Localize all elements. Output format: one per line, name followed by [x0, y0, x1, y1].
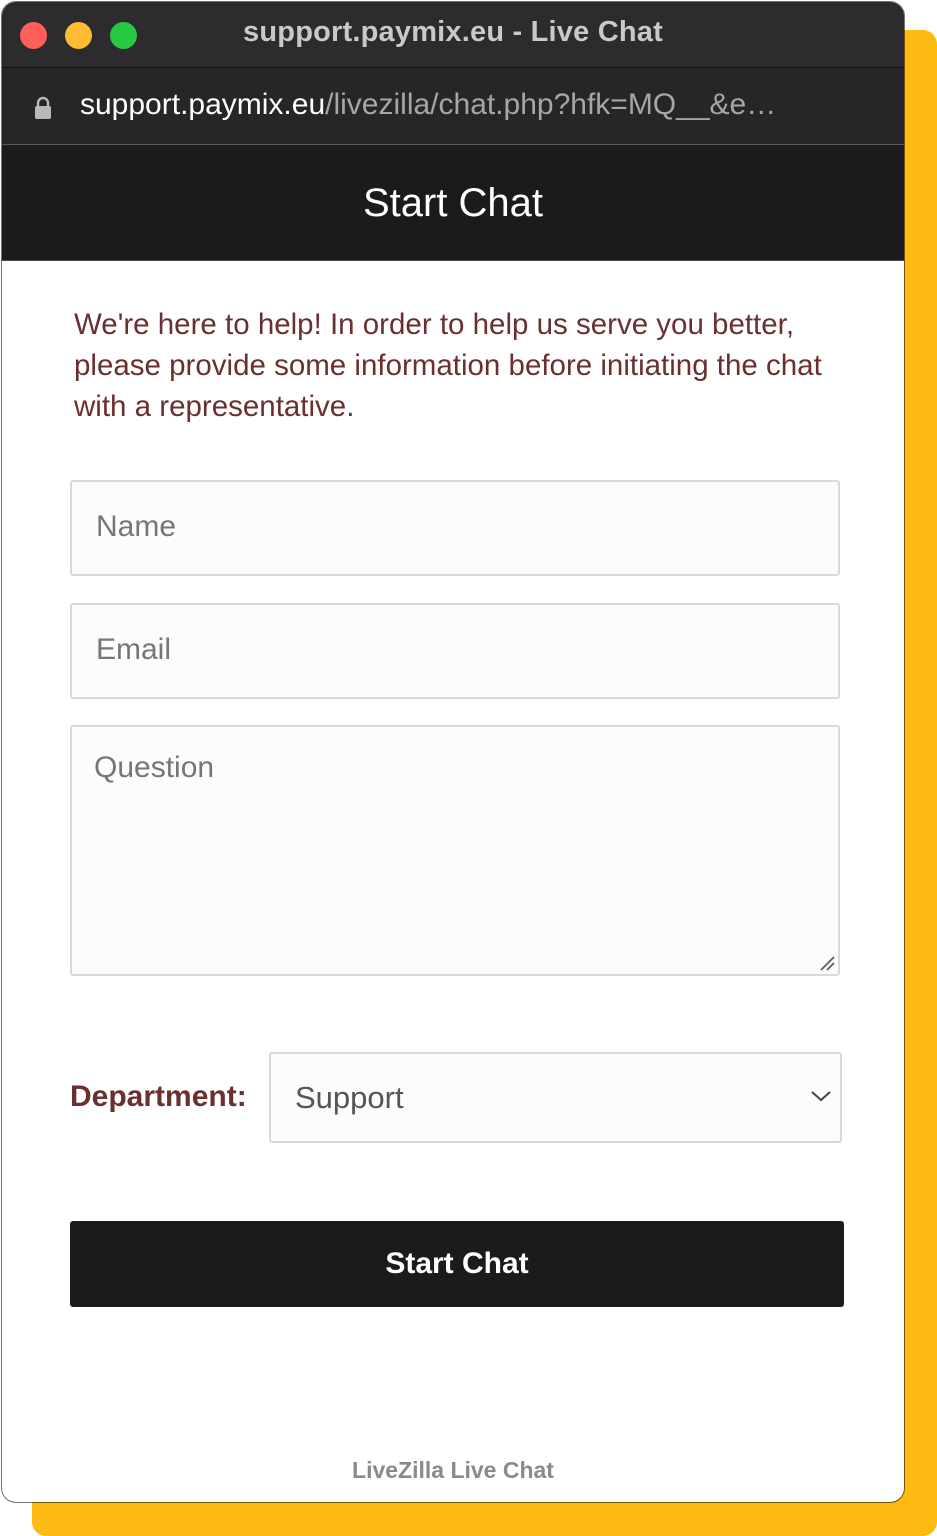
- name-input[interactable]: Name: [70, 480, 840, 576]
- question-textarea[interactable]: Question: [70, 725, 840, 976]
- footer-branding: LiveZilla Live Chat: [352, 1457, 554, 1483]
- email-placeholder: Email: [96, 633, 172, 666]
- url-path: /livezilla/chat.php?hfk=MQ__&e…: [325, 88, 777, 121]
- department-select[interactable]: Support: [269, 1052, 842, 1143]
- question-placeholder: Question: [94, 751, 215, 784]
- url-text[interactable]: support.paymix.eu/livezilla/chat.php?hfk…: [80, 88, 776, 122]
- start-chat-button[interactable]: Start Chat: [70, 1221, 844, 1307]
- window-title: support.paymix.eu - Live Chat: [243, 16, 663, 48]
- intro-text: We're here to help! In order to help us …: [74, 308, 822, 423]
- name-placeholder: Name: [96, 510, 177, 543]
- email-input[interactable]: Email: [70, 603, 840, 699]
- department-label: Department:: [70, 1080, 247, 1113]
- window-titlebar: support.paymix.eu - Live Chat: [2, 2, 904, 68]
- address-bar[interactable]: support.paymix.eu/livezilla/chat.php?hfk…: [2, 68, 904, 145]
- url-host: support.paymix.eu: [80, 88, 326, 121]
- browser-window: support.paymix.eu - Live Chat support.pa…: [2, 2, 904, 1502]
- resize-handle-icon[interactable]: [818, 954, 836, 972]
- page-title: Start Chat: [362, 181, 544, 225]
- chevron-down-icon: [811, 1091, 831, 1102]
- department-selected-value: Support: [295, 1080, 404, 1115]
- chat-header: Start Chat: [2, 145, 904, 261]
- lock-icon: [35, 96, 51, 119]
